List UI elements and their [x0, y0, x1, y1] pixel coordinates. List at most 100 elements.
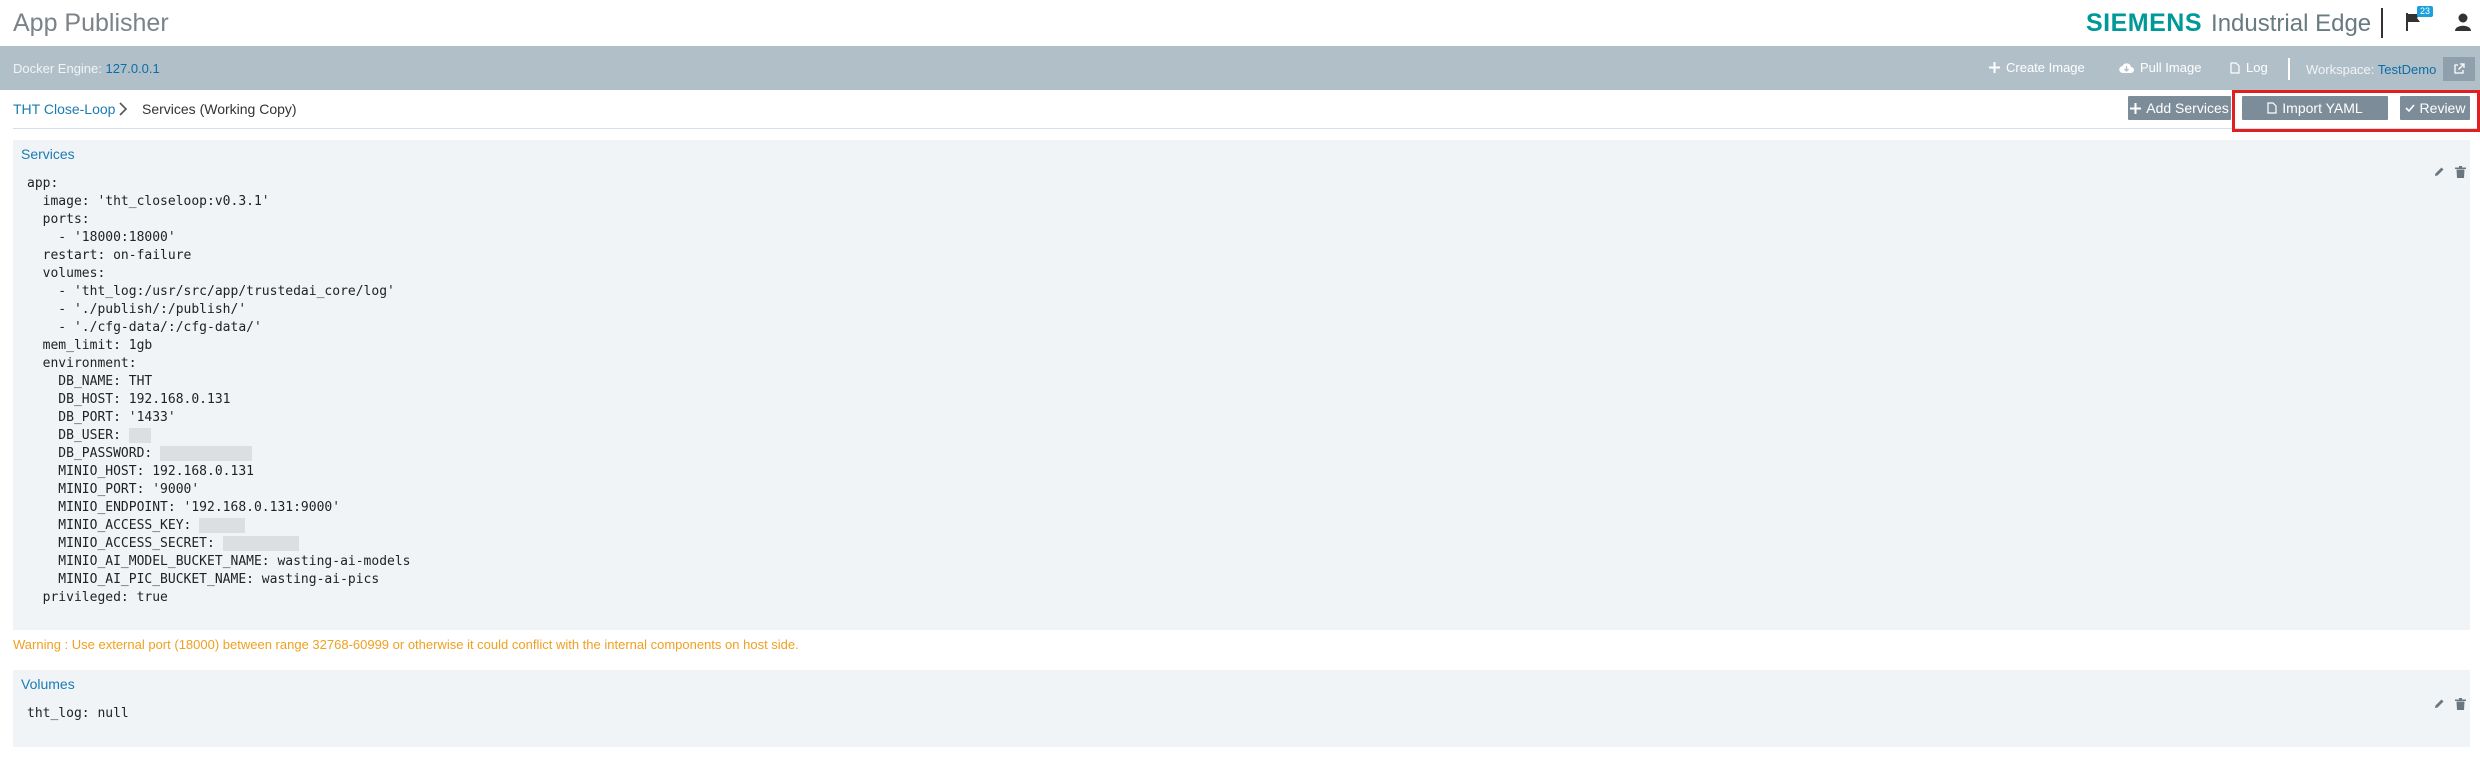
pencil-icon: [2435, 167, 2444, 176]
code-line-text: DB_USER:: [27, 428, 129, 443]
code-line: DB_USER:: [27, 427, 411, 445]
code-line-text: MINIO_ACCESS_SECRET:: [27, 536, 223, 551]
code-line: - './cfg-data/:/cfg-data/': [27, 319, 411, 337]
toolbar-divider: [2288, 58, 2290, 80]
code-line-text: - './cfg-data/:/cfg-data/': [27, 320, 262, 335]
code-line: DB_PORT: '1433': [27, 409, 411, 427]
user-icon[interactable]: [2454, 12, 2472, 32]
create-image-label: Create Image: [2006, 60, 2085, 75]
code-line: app:: [27, 175, 411, 193]
code-line-text: tht_log: null: [27, 706, 129, 721]
code-line-text: image: 'tht_closeloop:v0.3.1': [27, 194, 270, 209]
code-line-text: DB_PORT: '1433': [27, 410, 176, 425]
workspace-info: Workspace: TestDemo: [2306, 62, 2436, 77]
code-line-text: - 'tht_log:/usr/src/app/trustedai_core/l…: [27, 284, 395, 299]
open-external-button[interactable]: [2443, 57, 2475, 81]
toolbar: Docker Engine: 127.0.0.1 Create Image Pu…: [0, 46, 2480, 90]
app-title: App Publisher: [13, 9, 169, 37]
delete-services-button[interactable]: [2455, 166, 2466, 178]
chevron-right-icon: [119, 102, 128, 116]
workspace-value[interactable]: TestDemo: [2378, 62, 2437, 77]
code-line-text: app:: [27, 176, 59, 191]
code-line: MINIO_ACCESS_SECRET:: [27, 535, 411, 553]
port-warning: Warning : Use external port (18000) betw…: [13, 637, 799, 652]
docker-engine-label: Docker Engine:: [13, 61, 102, 76]
redacted-value: [199, 518, 246, 533]
notification-badge: 23: [2417, 6, 2434, 17]
external-link-icon: [2454, 63, 2465, 74]
brand-product: Industrial Edge: [2211, 10, 2372, 37]
code-line-text: DB_NAME: THT: [27, 374, 153, 389]
redacted-value: [128, 428, 151, 443]
brand-siemens: SIEMENS: [2086, 9, 2203, 37]
services-yaml[interactable]: app: image: 'tht_closeloop:v0.3.1' ports…: [27, 175, 411, 607]
services-panel: Services app: image: 'tht_closeloop:v0.3…: [13, 140, 2470, 630]
notifications-button[interactable]: 23: [2405, 6, 2435, 36]
highlight-annotation: [2232, 90, 2480, 132]
edit-services-button[interactable]: [2433, 166, 2445, 178]
code-line-text: DB_PASSWORD:: [27, 446, 161, 461]
trash-icon: [2455, 166, 2466, 178]
code-line-text: DB_HOST: 192.168.0.131: [27, 392, 231, 407]
brand-logo: SIEMENS Industrial Edge: [2086, 9, 2371, 39]
delete-volumes-button[interactable]: [2455, 698, 2466, 710]
code-line: - '18000:18000': [27, 229, 411, 247]
add-services-label: Add Services: [2146, 100, 2229, 116]
document-icon: [2230, 61, 2240, 74]
code-line-text: MINIO_AI_PIC_BUCKET_NAME: wasting-ai-pic…: [27, 572, 380, 587]
code-line: MINIO_AI_PIC_BUCKET_NAME: wasting-ai-pic…: [27, 571, 411, 589]
breadcrumb-current: Services (Working Copy): [142, 101, 297, 117]
docker-engine-info: Docker Engine: 127.0.0.1: [13, 61, 160, 76]
code-line: MINIO_HOST: 192.168.0.131: [27, 463, 411, 481]
pencil-icon: [2435, 699, 2444, 708]
code-line: ports:: [27, 211, 411, 229]
code-line-text: MINIO_ACCESS_KEY:: [27, 518, 200, 533]
code-line: DB_NAME: THT: [27, 373, 411, 391]
workspace-label: Workspace:: [2306, 62, 2375, 77]
log-label: Log: [2246, 60, 2268, 75]
add-services-button[interactable]: Add Services: [2128, 96, 2231, 120]
code-line: restart: on-failure: [27, 247, 411, 265]
code-line: DB_HOST: 192.168.0.131: [27, 391, 411, 409]
redacted-value: [222, 536, 299, 551]
redacted-value: [160, 446, 253, 461]
services-title: Services: [21, 146, 75, 162]
code-line: MINIO_ACCESS_KEY:: [27, 517, 411, 535]
code-line: mem_limit: 1gb: [27, 337, 411, 355]
volumes-yaml[interactable]: tht_log: null: [27, 705, 129, 723]
code-line-text: - './publish/:/publish/': [27, 302, 247, 317]
volumes-title: Volumes: [21, 676, 75, 692]
trash-icon: [2455, 698, 2466, 710]
code-line-text: restart: on-failure: [27, 248, 192, 263]
code-line-text: environment:: [27, 356, 137, 371]
create-image-button[interactable]: Create Image: [1989, 60, 2085, 75]
pull-image-button[interactable]: Pull Image: [2119, 60, 2201, 75]
code-line: environment:: [27, 355, 411, 373]
code-line-text: MINIO_AI_MODEL_BUCKET_NAME: wasting-ai-m…: [27, 554, 411, 569]
code-line: tht_log: null: [27, 705, 129, 723]
edit-volumes-button[interactable]: [2433, 698, 2445, 710]
code-line-text: MINIO_PORT: '9000': [27, 482, 200, 497]
code-line: MINIO_AI_MODEL_BUCKET_NAME: wasting-ai-m…: [27, 553, 411, 571]
code-line: DB_PASSWORD:: [27, 445, 411, 463]
volumes-panel: Volumes tht_log: null: [13, 670, 2470, 747]
plus-icon: [2130, 102, 2142, 114]
breadcrumb-divider: [13, 128, 2480, 129]
code-line: privileged: true: [27, 589, 411, 607]
code-line-text: - '18000:18000': [27, 230, 176, 245]
code-line: volumes:: [27, 265, 411, 283]
code-line-text: MINIO_ENDPOINT: '192.168.0.131:9000': [27, 500, 341, 515]
breadcrumb-parent-link[interactable]: THT Close-Loop: [13, 101, 115, 117]
log-button[interactable]: Log: [2230, 60, 2268, 75]
pull-image-label: Pull Image: [2140, 60, 2202, 75]
docker-engine-value[interactable]: 127.0.0.1: [106, 61, 160, 76]
plus-icon: [1989, 62, 2000, 73]
code-line: MINIO_PORT: '9000': [27, 481, 411, 499]
code-line: MINIO_ENDPOINT: '192.168.0.131:9000': [27, 499, 411, 517]
cloud-download-icon: [2119, 62, 2134, 73]
code-line: image: 'tht_closeloop:v0.3.1': [27, 193, 411, 211]
code-line: - './publish/:/publish/': [27, 301, 411, 319]
code-line: - 'tht_log:/usr/src/app/trustedai_core/l…: [27, 283, 411, 301]
code-line-text: privileged: true: [27, 590, 168, 605]
code-line-text: mem_limit: 1gb: [27, 338, 153, 353]
